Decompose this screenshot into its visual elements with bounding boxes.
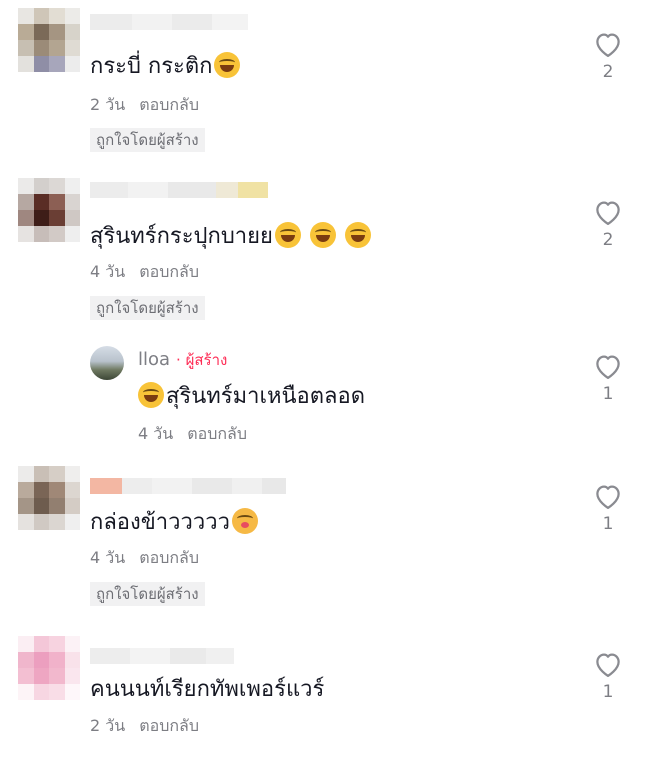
reply-text: สุรินทร์มาเหนือตลอด [138,382,365,411]
comment-text: กล่องข้าววววว [90,508,258,537]
username-pixelated[interactable] [90,182,268,198]
tears-of-joy-emoji [344,222,371,248]
like-button[interactable]: 1 [593,650,623,702]
reply-button[interactable]: ตอบกลับ [139,262,199,281]
like-count: 2 [602,230,614,250]
like-count: 2 [602,62,614,82]
reply-username[interactable]: lloa · ผู้สร้าง [138,348,227,372]
reply-time: 4 วัน [138,424,174,443]
like-count: 1 [602,682,614,702]
like-count: 1 [602,384,614,404]
avatar-pixelated[interactable] [18,8,80,72]
avatar-pixelated[interactable] [18,466,80,530]
reply-meta: 4 วัน ตอบกลับ [138,424,247,444]
liked-by-creator-badge: ถูกใจโดยผู้สร้าง [90,296,205,320]
tears-of-joy-emoji [274,222,301,248]
comment-time: 4 วัน [90,262,126,281]
comment-text: สุรินทร์กระปุกบายย [90,222,371,251]
comment-time: 2 วัน [90,95,126,114]
comment-text: กระบี่ กระติก [90,52,241,81]
tears-of-joy-emoji [138,382,164,408]
heart-outline-icon[interactable] [593,482,623,510]
heart-outline-icon[interactable] [593,650,623,678]
like-button[interactable]: 1 [593,352,623,404]
smiling-face-with-hearts-emoji [231,508,258,534]
heart-outline-icon[interactable] [593,352,623,380]
avatar-pixelated[interactable] [18,178,80,242]
like-button[interactable]: 2 [593,198,623,250]
tears-of-joy-emoji [309,222,336,248]
liked-by-creator-badge: ถูกใจโดยผู้สร้าง [90,582,205,606]
comment-text: คนนนท์เรียกทัพเพอร์แวร์ [90,677,325,702]
reply-avatar[interactable] [90,346,124,380]
tears-of-joy-emoji [214,52,241,78]
comment-time: 4 วัน [90,548,126,567]
reply-button[interactable]: ตอบกลับ [139,95,199,114]
comment-meta: 2 วัน ตอบกลับ [90,716,199,736]
username-pixelated[interactable] [90,478,286,494]
like-button[interactable]: 2 [593,30,623,82]
liked-by-creator-badge: ถูกใจโดยผู้สร้าง [90,128,205,152]
avatar-pixelated[interactable] [18,636,80,700]
heart-outline-icon[interactable] [593,30,623,58]
like-count: 1 [602,514,614,534]
reply-button[interactable]: ตอบกลับ [139,716,199,735]
comment-meta: 4 วัน ตอบกลับ [90,262,199,282]
reply-button[interactable]: ตอบกลับ [187,424,247,443]
username-pixelated[interactable] [90,14,248,30]
comment-time: 2 วัน [90,716,126,735]
username-pixelated[interactable] [90,648,234,664]
heart-outline-icon[interactable] [593,198,623,226]
creator-tag: · ผู้สร้าง [176,351,228,369]
comment-meta: 2 วัน ตอบกลับ [90,95,199,115]
comment-meta: 4 วัน ตอบกลับ [90,548,199,568]
reply-button[interactable]: ตอบกลับ [139,548,199,567]
like-button[interactable]: 1 [593,482,623,534]
